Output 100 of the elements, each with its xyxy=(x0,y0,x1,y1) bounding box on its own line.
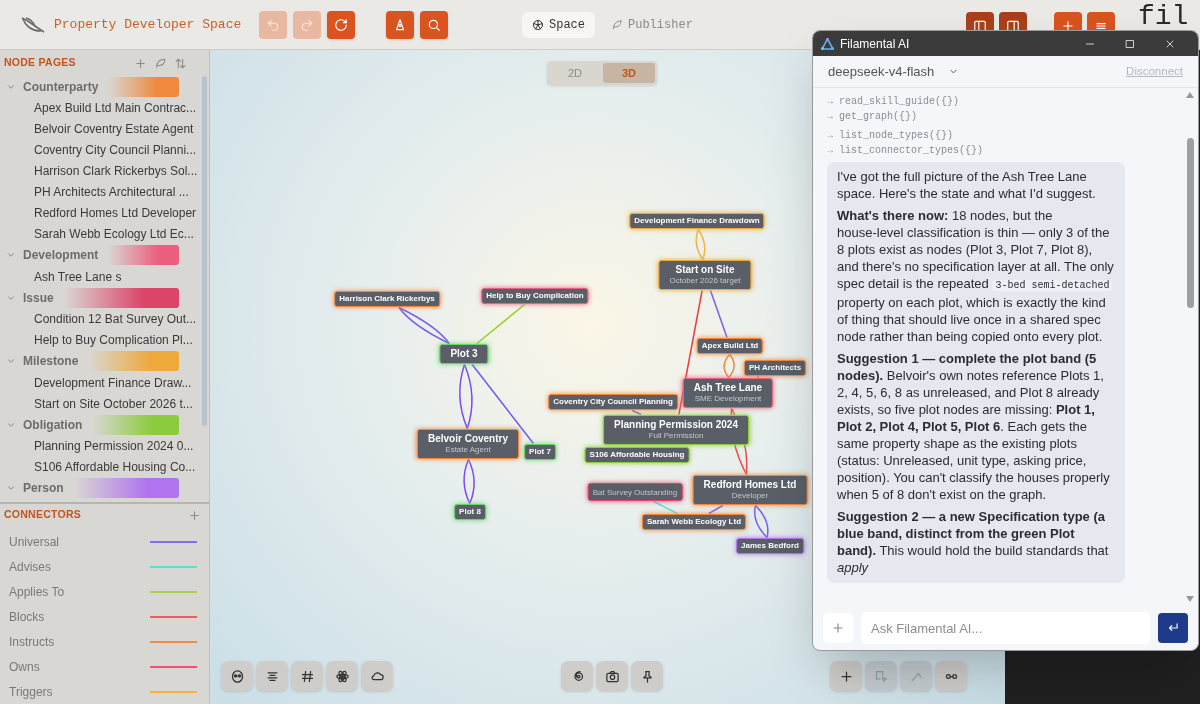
aperture-icon xyxy=(532,19,544,31)
section-title: NODE PAGES xyxy=(4,55,76,71)
model-select[interactable]: deepseek-v4-flash xyxy=(828,61,960,82)
camera-tool-button[interactable] xyxy=(596,661,628,691)
pin-tool-button[interactable] xyxy=(631,661,663,691)
refresh-button[interactable] xyxy=(327,10,356,39)
connector-line xyxy=(709,289,728,339)
group-label[interactable]: Obligation xyxy=(23,415,83,434)
graph-node[interactable]: James Bedford xyxy=(736,538,804,554)
graph-node[interactable]: Coventry City Council Planning xyxy=(548,394,678,410)
app-title: Property Developer Space xyxy=(54,15,242,34)
attach-button[interactable] xyxy=(823,613,853,643)
link-tool-button[interactable] xyxy=(935,661,967,691)
node-page-item[interactable]: Start on Site October 2026 t... xyxy=(0,393,195,414)
graph-node[interactable]: Belvoir Coventry Estate Agent xyxy=(417,429,519,459)
graph-node[interactable]: Redford Homes Ltd Developer xyxy=(692,475,808,505)
search-button[interactable] xyxy=(420,10,449,39)
connector-line xyxy=(708,504,724,515)
message-paragraph: Suggestion 2 — a new Specification type (a blue band, distinct from the green Plot band). This would hold the build standards that apply xyxy=(837,508,1110,576)
message-paragraph: Suggestion 1 — complete the plot band (5 nodes). Belvoir's own notes reference Plots 1, 2, 4, 5, 6, 8 as unreleased, and Plot 8 already exists, so five plot nodes are missing: Plot 1, Plot 2, Plot 4, Plot 5, Plot 6. Each gets the same property shape as the existing plots (status: Unreleased, unit type, asking price, position). You can't classify the houses properly when 5 of 8 don't exist on the graph. xyxy=(837,350,1111,503)
mask-icon xyxy=(229,668,245,684)
node-subtitle: SME Development xyxy=(694,395,762,403)
double-connector xyxy=(463,458,475,505)
graph-node[interactable]: S106 Affordable Housing xyxy=(584,447,690,463)
graph-node[interactable]: Plot 7 xyxy=(524,444,556,460)
node-title: Start on Site xyxy=(675,265,735,275)
node-title: Help to Buy Complication xyxy=(486,292,584,300)
refresh-icon xyxy=(334,17,349,32)
pen-button[interactable] xyxy=(386,10,415,39)
graph-node[interactable]: PH Architects xyxy=(743,360,807,376)
node-page-item[interactable]: Condition 12 Bat Survey Out... xyxy=(0,308,195,330)
message-input[interactable]: Ask Filamental AI... xyxy=(861,612,1150,644)
node-title: Apex Build Ltd xyxy=(701,342,759,350)
add-tool-button[interactable] xyxy=(830,661,862,691)
mask-tool-button[interactable] xyxy=(221,661,253,691)
node-page-item[interactable]: Belvoir Coventry Estate Agent xyxy=(0,118,195,140)
node-page-item[interactable]: Ash Tree Lane s xyxy=(0,266,195,287)
select-icon xyxy=(873,668,889,684)
node-page-item[interactable]: Coventry City Council Planni... xyxy=(0,139,195,161)
send-button[interactable] xyxy=(1158,613,1188,643)
view-tab[interactable]: Space xyxy=(522,12,595,38)
graph-node[interactable]: Sarah Webb Ecology Ltd xyxy=(641,514,747,530)
node-page-item[interactable]: Apex Build Ltd Main Contrac... xyxy=(0,97,195,119)
node-title: Harrison Clark Rickerbys xyxy=(339,295,435,303)
node-page-item[interactable]: Help to Buy Complication Pl... xyxy=(0,329,195,351)
node-page-item[interactable]: Sarah Webb Ecology Ltd Ec... xyxy=(0,223,195,245)
node-title: S106 Affordable Housing xyxy=(589,451,685,459)
graph-node[interactable]: Plot 8 xyxy=(454,504,486,520)
connector-line xyxy=(652,500,679,515)
align-tool-button[interactable] xyxy=(256,661,288,691)
redo-icon xyxy=(300,17,315,32)
group-label[interactable]: Issue xyxy=(23,288,54,307)
feather-icon[interactable] xyxy=(154,56,167,70)
node-page-item[interactable]: Redford Homes Ltd Developer xyxy=(0,202,195,224)
atom-icon xyxy=(334,668,350,684)
atom-tool-button[interactable] xyxy=(326,661,358,691)
plus-icon[interactable] xyxy=(134,56,147,70)
graph-node[interactable]: Bat Survey Outstanding xyxy=(587,483,683,501)
node-page-item[interactable]: Development Finance Draw... xyxy=(0,372,195,393)
feather-icon xyxy=(611,19,623,31)
group-label[interactable]: Milestone xyxy=(23,352,79,371)
graph-node[interactable]: Help to Buy Complication xyxy=(481,288,589,304)
graph-node[interactable]: Planning Permission 2024 Full Permission xyxy=(603,415,749,445)
graph-node[interactable]: Start on Site October 2026 target xyxy=(658,260,752,290)
graph-node[interactable]: Apex Build Ltd xyxy=(696,338,764,354)
graph-node[interactable]: Harrison Clark Rickerbys xyxy=(334,291,440,307)
scrollbar-thumb[interactable] xyxy=(1186,138,1194,308)
group-label[interactable]: Person xyxy=(23,479,64,498)
scrollbar[interactable] xyxy=(202,76,207,426)
tool-call-line: → read_skill_guide({}) xyxy=(827,95,961,109)
cloud-tool-button[interactable] xyxy=(361,661,393,691)
graph-node[interactable]: Ash Tree Lane SME Development xyxy=(682,378,774,408)
node-page-item[interactable]: S106 Affordable Housing Co... xyxy=(0,456,195,478)
node-page-item[interactable]: Planning Permission 2024 0... xyxy=(0,435,195,457)
hash-icon xyxy=(299,668,315,684)
node-page-item[interactable]: Harrison Clark Rickerbys Sol... xyxy=(0,160,195,182)
group-label[interactable]: Counterparty xyxy=(23,77,99,96)
sort-icon[interactable] xyxy=(174,56,187,70)
node-title: Sarah Webb Ecology Ltd xyxy=(646,518,742,526)
graph-node[interactable]: Development Finance Drawdown xyxy=(629,213,765,229)
connector-line xyxy=(631,409,642,416)
node-title: Plot 8 xyxy=(459,508,481,516)
node-subtitle: Developer xyxy=(731,492,769,500)
plus-icon[interactable] xyxy=(188,508,201,522)
double-connector xyxy=(723,353,735,379)
node-title: PH Architects xyxy=(748,364,802,372)
group-label[interactable]: Development xyxy=(23,246,99,265)
node-title: Plot 7 xyxy=(529,448,551,456)
node-page-item[interactable]: PH Architects Architectural ... xyxy=(0,181,195,203)
node-title: Planning Permission 2024 xyxy=(614,420,738,430)
tool-call-line: → list_node_types({}) xyxy=(827,129,955,143)
hash-tool-button[interactable] xyxy=(291,661,323,691)
double-connector xyxy=(459,363,473,430)
scroll-down-icon[interactable] xyxy=(1186,596,1194,602)
scroll-up-icon[interactable] xyxy=(1186,92,1194,98)
tool-call-line: → get_graph({}) xyxy=(827,110,918,124)
triangle-logo-icon xyxy=(821,37,834,50)
graph-node[interactable]: Plot 3 xyxy=(439,344,489,364)
spiral-tool-button[interactable] xyxy=(561,661,593,691)
message-paragraph: I've got the full picture of the Ash Tree Lane space. Here's the state and what I'd suggest. xyxy=(837,168,1097,202)
